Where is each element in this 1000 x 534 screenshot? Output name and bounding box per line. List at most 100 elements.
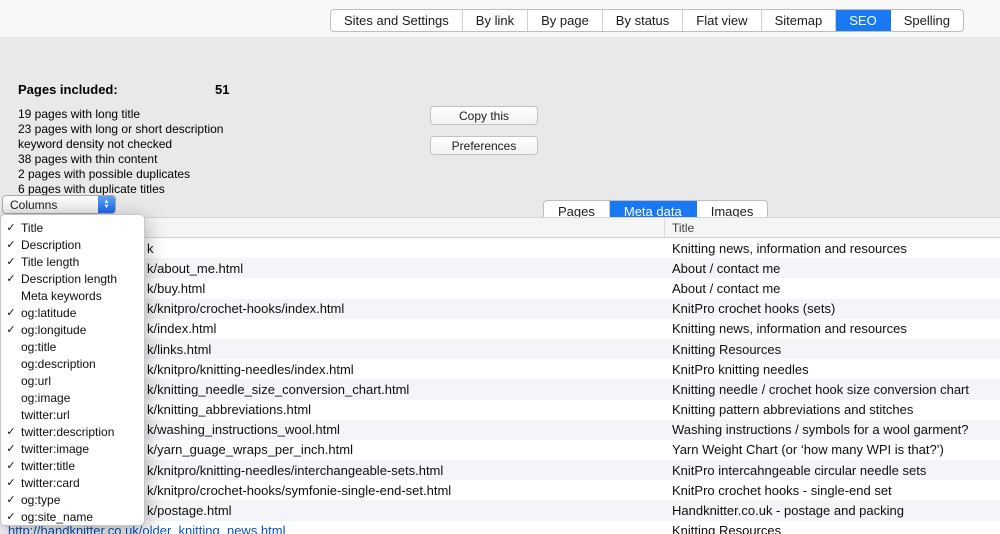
toolbar: Sites and SettingsBy linkBy pageBy statu… (0, 0, 1000, 37)
pages-included-count: 51 (215, 82, 229, 97)
table-row[interactable]: k/knitpro/knitting-needles/interchangeab… (0, 460, 1000, 480)
checkmark-icon: ✓ (1, 442, 21, 455)
cell-title: Knitting needle / crochet hook size conv… (665, 382, 1000, 397)
app-window: Sites and SettingsBy linkBy pageBy statu… (0, 0, 1000, 534)
table-row[interactable]: k/index.htmlKnitting news, information a… (0, 319, 1000, 339)
menu-item-label: twitter:card (21, 476, 80, 490)
columns-menu-item-twitter-description[interactable]: ✓twitter:description (1, 423, 144, 440)
checkmark-icon: ✓ (1, 323, 21, 336)
checkmark-icon: ✓ (1, 510, 21, 523)
columns-popup-button[interactable]: Columns ▲▼ (2, 195, 116, 214)
cell-title: About / contact me (665, 261, 1000, 276)
columns-menu-item-title[interactable]: ✓Title (1, 219, 144, 236)
cell-title: KnitPro intercahngeable circular needle … (665, 463, 1000, 478)
menu-item-label: og:url (21, 374, 51, 388)
columns-menu-item-twitter-image[interactable]: ✓twitter:image (1, 440, 144, 457)
menu-item-label: Description (21, 238, 81, 252)
tab-seo[interactable]: SEO (836, 10, 890, 31)
menu-item-label: twitter:title (21, 459, 75, 473)
checkmark-icon: ✓ (1, 255, 21, 268)
tab-spelling[interactable]: Spelling (891, 10, 963, 31)
checkmark-icon: ✓ (1, 459, 21, 472)
columns-menu-item-og-title[interactable]: og:title (1, 338, 144, 355)
summary-line: keyword density not checked (18, 137, 223, 152)
menu-item-label: Title length (21, 255, 79, 269)
table-row[interactable]: k/washing_instructions_wool.htmlWashing … (0, 420, 1000, 440)
tab-by-status[interactable]: By status (603, 10, 683, 31)
checkmark-icon: ✓ (1, 493, 21, 506)
cell-title: Knitting pattern abbreviations and stitc… (665, 402, 1000, 417)
cell-title: KnitPro knitting needles (665, 362, 1000, 377)
columns-menu-item-description[interactable]: ✓Description (1, 236, 144, 253)
columns-popup-label: Columns (3, 198, 98, 212)
cell-title: Handknitter.co.uk - postage and packing (665, 503, 1000, 518)
menu-item-label: og:latitude (21, 306, 76, 320)
table-row[interactable]: k/knitpro/crochet-hooks/symfonie-single-… (0, 480, 1000, 500)
menu-item-label: og:site_name (21, 510, 93, 524)
checkmark-icon: ✓ (1, 221, 21, 234)
menu-item-label: Description length (21, 272, 117, 286)
columns-menu-item-twitter-card[interactable]: ✓twitter:card (1, 474, 144, 491)
table-row[interactable]: http://handknitter.co.uk/older_knitting_… (0, 521, 1000, 534)
menu-item-label: twitter:image (21, 442, 89, 456)
checkmark-icon: ✓ (1, 476, 21, 489)
summary-line: 23 pages with long or short description (18, 122, 223, 137)
preferences-button[interactable]: Preferences (430, 136, 538, 155)
table-row[interactable]: k/knitting_abbreviations.htmlKnitting pa… (0, 400, 1000, 420)
table-row[interactable]: k/yarn_guage_wraps_per_inch.htmlYarn Wei… (0, 440, 1000, 460)
columns-menu: ✓Title✓Description✓Title length✓Descript… (0, 214, 145, 526)
menu-item-label: twitter:description (21, 425, 114, 439)
columns-menu-item-title-length[interactable]: ✓Title length (1, 253, 144, 270)
copy-this-button[interactable]: Copy this (430, 106, 538, 125)
table-row[interactable]: k/about_me.htmlAbout / contact me (0, 258, 1000, 278)
results-table: kKnitting news, information and resource… (0, 238, 1000, 534)
seo-summary-panel: Pages included: 51 19 pages with long ti… (0, 37, 1000, 217)
cell-title: Knitting Resources (665, 342, 1000, 357)
checkmark-icon: ✓ (1, 238, 21, 251)
columns-menu-item-twitter-title[interactable]: ✓twitter:title (1, 457, 144, 474)
columns-menu-item-og-url[interactable]: og:url (1, 372, 144, 389)
menu-item-label: Meta keywords (21, 289, 102, 303)
table-row[interactable]: k/buy.htmlAbout / contact me (0, 278, 1000, 298)
menu-item-label: og:image (21, 391, 70, 405)
tab-sitemap[interactable]: Sitemap (762, 10, 837, 31)
cell-title: Knitting Resources (665, 523, 1000, 534)
table-row[interactable]: k/postage.htmlHandknitter.co.uk - postag… (0, 500, 1000, 520)
tab-by-link[interactable]: By link (463, 10, 528, 31)
table-row[interactable]: kKnitting news, information and resource… (0, 238, 1000, 258)
columns-menu-item-description-length[interactable]: ✓Description length (1, 270, 144, 287)
table-row[interactable]: k/links.htmlKnitting Resources (0, 339, 1000, 359)
top-tab-bar: Sites and SettingsBy linkBy pageBy statu… (330, 9, 964, 32)
menu-item-label: og:description (21, 357, 96, 371)
menu-item-label: og:longitude (21, 323, 86, 337)
tab-by-page[interactable]: By page (528, 10, 603, 31)
cell-title: KnitPro crochet hooks - single-end set (665, 483, 1000, 498)
columns-menu-item-og-site-name[interactable]: ✓og:site_name (1, 508, 144, 525)
summary-lines: 19 pages with long title23 pages with lo… (18, 107, 223, 197)
cell-title: About / contact me (665, 281, 1000, 296)
columns-menu-item-twitter-url[interactable]: twitter:url (1, 406, 144, 423)
pages-included-label: Pages included: (18, 82, 118, 97)
menu-item-label: og:type (21, 493, 60, 507)
columns-menu-item-og-type[interactable]: ✓og:type (1, 491, 144, 508)
cell-title: Knitting news, information and resources (665, 321, 1000, 336)
table-row[interactable]: k/knitpro/knitting-needles/index.htmlKni… (0, 359, 1000, 379)
tab-flat-view[interactable]: Flat view (683, 10, 761, 31)
table-row[interactable]: k/knitting_needle_size_conversion_chart.… (0, 379, 1000, 399)
cell-title: Washing instructions / symbols for a woo… (665, 422, 1000, 437)
cell-title: Knitting news, information and resources (665, 241, 1000, 256)
columns-menu-item-og-latitude[interactable]: ✓og:latitude (1, 304, 144, 321)
checkmark-icon: ✓ (1, 306, 21, 319)
columns-menu-item-og-longitude[interactable]: ✓og:longitude (1, 321, 144, 338)
checkmark-icon: ✓ (1, 272, 21, 285)
columns-menu-item-og-description[interactable]: og:description (1, 355, 144, 372)
column-header-title[interactable]: Title (665, 218, 1000, 237)
summary-line: 19 pages with long title (18, 107, 223, 122)
columns-menu-item-og-image[interactable]: og:image (1, 389, 144, 406)
menu-item-label: og:title (21, 340, 56, 354)
cell-title: Yarn Weight Chart (or ‘how many WPI is t… (665, 442, 1000, 457)
columns-menu-item-meta-keywords[interactable]: Meta keywords (1, 287, 144, 304)
table-row[interactable]: k/knitpro/crochet-hooks/index.htmlKnitPr… (0, 299, 1000, 319)
cell-title: KnitPro crochet hooks (sets) (665, 301, 1000, 316)
tab-sites-and-settings[interactable]: Sites and Settings (331, 10, 463, 31)
